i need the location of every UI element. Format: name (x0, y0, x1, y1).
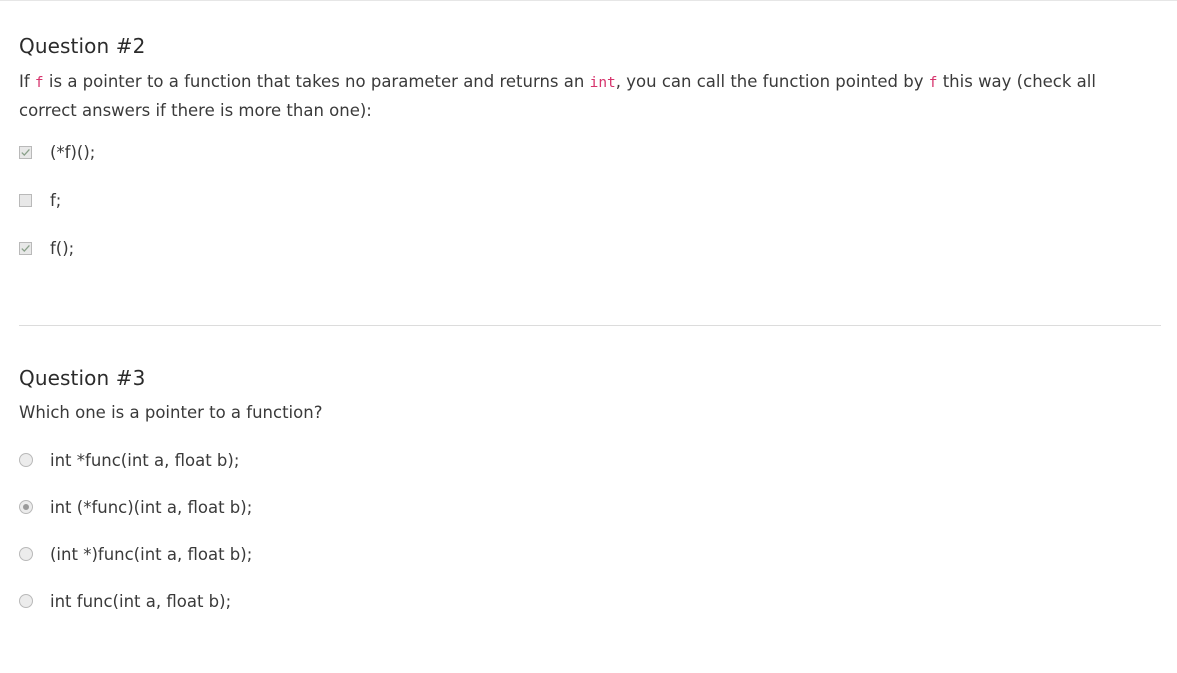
option-label: int (*func)(int a, float b); (50, 497, 253, 517)
question-prompt: If f is a pointer to a function that tak… (19, 68, 1144, 124)
prompt-text: is a pointer to a function that takes no… (43, 72, 590, 91)
answer-option[interactable]: f(); (19, 236, 1161, 260)
option-label: (int *)func(int a, float b); (50, 544, 253, 564)
checkbox[interactable] (19, 193, 32, 207)
radio-button[interactable] (19, 500, 33, 514)
radio-button[interactable] (19, 453, 33, 467)
answer-options: (*f)(); f; f(); (19, 140, 1161, 260)
radio-button[interactable] (19, 594, 33, 608)
top-border (0, 0, 1177, 1)
option-label: (*f)(); (50, 142, 96, 162)
checkmark-icon (21, 148, 30, 156)
section-divider (19, 325, 1161, 326)
checkmark-icon (21, 244, 30, 252)
inline-code: int (589, 75, 616, 91)
option-label: f(); (50, 238, 75, 258)
radio-selected-dot (23, 504, 29, 510)
checkbox[interactable] (19, 241, 32, 255)
prompt-text: If (19, 72, 35, 91)
option-label: f; (50, 190, 62, 210)
prompt-text: , you can call the function pointed by (615, 72, 929, 91)
radio-button[interactable] (19, 547, 33, 561)
question-title: Question #3 (19, 366, 146, 390)
option-label: int func(int a, float b); (50, 591, 232, 611)
question-prompt: Which one is a pointer to a function? (19, 403, 323, 422)
question-2: Question #2 If f is a pointer to a funct… (19, 32, 1161, 284)
answer-option[interactable]: int *func(int a, float b); (19, 448, 1161, 472)
answer-option[interactable]: f; (19, 188, 1161, 212)
answer-option[interactable]: (int *)func(int a, float b); (19, 542, 1161, 566)
answer-options: int *func(int a, float b); int (*func)(i… (19, 448, 1161, 613)
inline-code: f (34, 75, 44, 91)
checkbox[interactable] (19, 145, 32, 159)
question-3: Question #3 Which one is a pointer to a … (19, 364, 1161, 636)
answer-option[interactable]: int func(int a, float b); (19, 589, 1161, 613)
question-title: Question #2 (19, 34, 146, 58)
answer-option[interactable]: int (*func)(int a, float b); (19, 495, 1161, 519)
answer-option[interactable]: (*f)(); (19, 140, 1161, 164)
option-label: int *func(int a, float b); (50, 450, 240, 470)
